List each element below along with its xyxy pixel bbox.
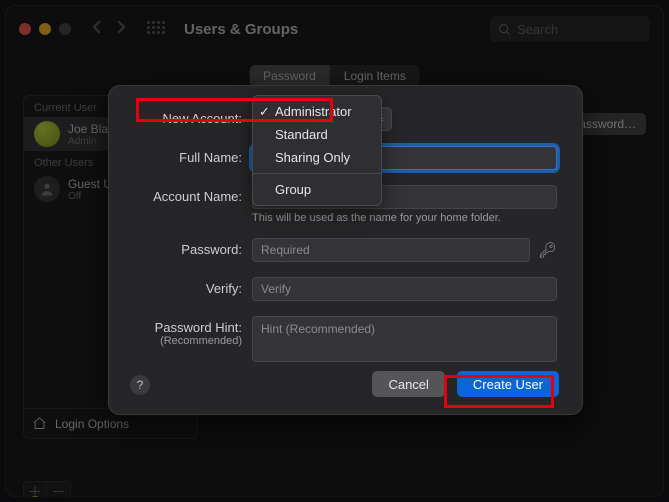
new-user-sheet: New Account: Administrator Administrator… [108,85,583,415]
label-full-name: Full Name: [134,146,242,165]
menu-item-sharing-only[interactable]: Sharing Only [253,146,381,169]
account-type-menu: Administrator Standard Sharing Only Grou… [252,95,382,206]
cancel-button[interactable]: Cancel [372,371,444,397]
label-new-account: New Account: [134,107,242,126]
label-verify: Verify: [134,277,242,296]
minimize-window-button[interactable] [39,23,51,35]
zoom-window-button[interactable] [59,23,71,35]
avatar-icon [34,121,60,147]
menu-item-group[interactable]: Group [253,178,381,201]
titlebar: Users & Groups Search [5,5,664,53]
sheet-help-button[interactable]: ? [130,375,150,395]
tab-login-items[interactable]: Login Items [330,65,420,87]
login-options-label: Login Options [55,417,129,431]
search-placeholder: Search [517,22,558,37]
traffic-lights [19,23,71,35]
home-icon [32,416,47,431]
label-account-name: Account Name: [134,185,242,204]
create-user-button[interactable]: Create User [457,371,559,397]
lock-icon[interactable] [25,495,45,497]
password-assistant-icon[interactable]: 🔑︎ [538,241,557,259]
hint-field[interactable]: Hint (Recommended) [252,316,557,362]
guest-avatar-icon [34,176,60,202]
close-window-button[interactable] [19,23,31,35]
label-password: Password: [134,238,242,257]
search-icon [498,23,511,36]
forward-button[interactable] [114,20,127,39]
menu-separator [253,173,381,174]
search-input[interactable]: Search [490,16,650,42]
account-name-hint: This will be used as the name for your h… [252,212,557,224]
password-field[interactable]: Required [252,238,530,262]
menu-item-administrator[interactable]: Administrator [253,100,381,123]
show-all-prefs-button[interactable] [147,21,164,38]
nav-arrows [91,20,127,39]
back-button[interactable] [91,20,104,39]
tab-password[interactable]: Password [249,65,330,87]
verify-field[interactable]: Verify [252,277,557,301]
label-password-hint: Password Hint: (Recommended) [134,316,242,347]
lock-bar: Click the lock to prevent further change… [23,481,646,497]
tab-bar: Password Login Items [249,65,420,87]
menu-item-standard[interactable]: Standard [253,123,381,146]
window-title: Users & Groups [184,21,298,38]
